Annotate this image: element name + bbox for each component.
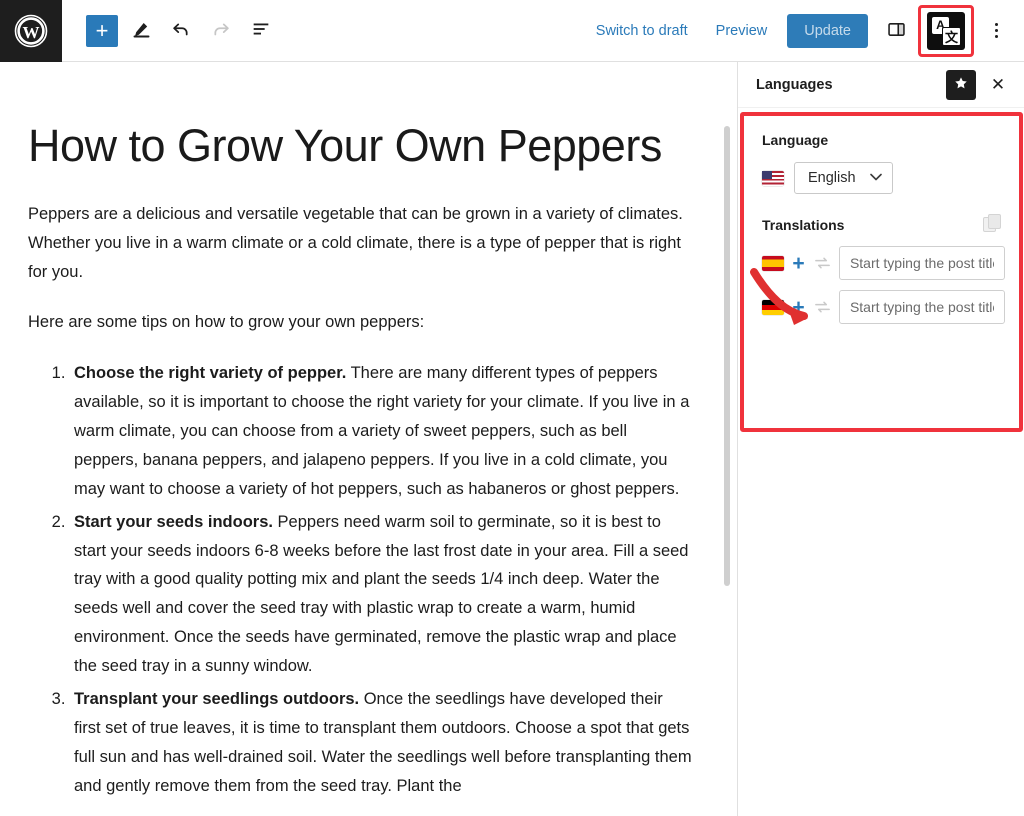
star-icon (953, 75, 969, 94)
pin-panel-button[interactable] (946, 70, 976, 100)
tip-heading: Transplant your seedlings outdoors. (74, 690, 359, 708)
close-panel-button[interactable]: ✕ (984, 71, 1012, 99)
tip-body: Peppers need warm soil to germinate, so … (74, 513, 688, 675)
add-block-button[interactable]: + (86, 15, 118, 47)
tip-heading: Start your seeds indoors. (74, 513, 273, 531)
undo-button[interactable] (164, 14, 198, 48)
update-button[interactable]: Update (787, 14, 868, 48)
page-title: Languages (756, 77, 938, 93)
list-item[interactable]: Start your seeds indoors. Peppers need w… (70, 508, 693, 681)
translations-header: Translations (762, 214, 1005, 236)
lead-in-paragraph[interactable]: Here are some tips on how to grow your o… (28, 308, 693, 337)
tips-list[interactable]: Choose the right variety of pepper. Ther… (50, 359, 693, 800)
spanish-title-input[interactable] (839, 246, 1005, 280)
list-item[interactable]: Transplant your seedlings outdoors. Once… (70, 685, 693, 801)
language-section-label: Language (762, 132, 1005, 148)
copy-icon[interactable] (983, 214, 1005, 236)
translate-icon-glyph: 文 (942, 27, 961, 46)
wordpress-logo[interactable]: W (0, 0, 62, 62)
switch-to-draft-button[interactable]: Switch to draft (582, 15, 702, 47)
toolbar-right-group: Switch to draft Preview Update A 文 (582, 5, 1024, 57)
preview-button[interactable]: Preview (702, 15, 782, 47)
wordpress-editor-screen: W + (0, 0, 1024, 816)
editor-canvas[interactable]: How to Grow Your Own Peppers Peppers are… (0, 62, 737, 816)
post-title[interactable]: How to Grow Your Own Peppers (28, 120, 693, 172)
tools-pencil-button[interactable] (124, 14, 158, 48)
german-title-input[interactable] (839, 290, 1005, 324)
editor-toolbar: W + (0, 0, 1024, 62)
chevron-down-icon (870, 172, 882, 184)
language-select[interactable]: English (794, 162, 893, 194)
flag-es-icon (762, 256, 784, 271)
toolbar-left-group: + (62, 14, 278, 48)
redo-button[interactable] (204, 14, 238, 48)
list-item[interactable]: Choose the right variety of pepper. Ther… (70, 359, 693, 503)
current-language-row: English (762, 162, 1005, 194)
sidebar-header: Languages ✕ (738, 62, 1024, 108)
intro-paragraph[interactable]: Peppers are a delicious and versatile ve… (28, 200, 693, 287)
flag-us-icon (762, 171, 784, 186)
sidebar-toggle-button[interactable] (878, 13, 914, 49)
add-translation-spanish-button[interactable]: + (791, 253, 806, 274)
tip-heading: Choose the right variety of pepper. (74, 364, 346, 382)
translation-row-spanish: + (762, 246, 1005, 280)
document-outline-button[interactable] (244, 14, 278, 48)
translation-row-german: + (762, 290, 1005, 324)
language-select-value: English (808, 170, 856, 186)
editor-scrollbar-thumb[interactable] (724, 126, 730, 586)
tip-body: There are many different types of pepper… (74, 364, 689, 498)
kebab-menu-icon (995, 23, 998, 38)
language-settings-panel: Language English Translations + (740, 112, 1023, 432)
translate-icon: A 文 (927, 12, 965, 50)
translations-section-label: Translations (762, 217, 983, 233)
sync-icon[interactable] (813, 299, 832, 315)
more-options-button[interactable] (978, 13, 1014, 49)
document-outline-icon (250, 18, 272, 43)
undo-icon (170, 18, 192, 43)
flag-de-icon (762, 300, 784, 315)
svg-text:W: W (23, 23, 40, 42)
redo-icon (210, 18, 232, 43)
editor-scrollbar[interactable] (723, 126, 731, 816)
add-translation-german-button[interactable]: + (791, 297, 806, 318)
sync-icon[interactable] (813, 255, 832, 271)
translate-panel-toggle-button[interactable]: A 文 (918, 5, 974, 57)
languages-sidebar: Languages ✕ Language English (737, 62, 1024, 816)
sidebar-toggle-icon (886, 19, 907, 43)
pencil-icon (131, 19, 152, 43)
